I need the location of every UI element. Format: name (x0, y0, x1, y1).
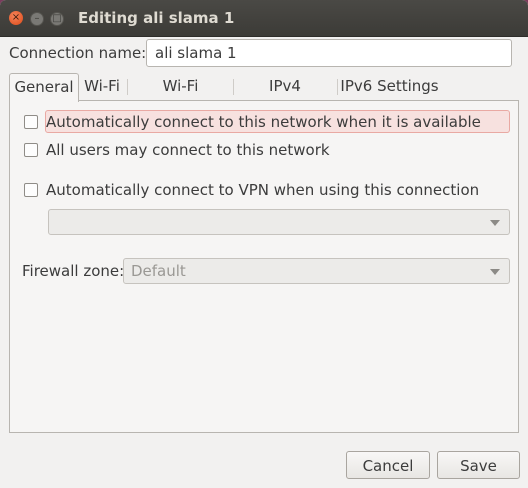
cancel-button[interactable]: Cancel (346, 451, 430, 479)
firewall-zone-label: Firewall zone: (22, 262, 125, 280)
connection-name-label: Connection name: (9, 44, 147, 62)
general-tab-panel: Automatically connect to this network wh… (9, 100, 519, 433)
vpn-select[interactable] (48, 209, 510, 235)
edit-connection-window: × – □ Editing ali slama 1 Connection nam… (0, 0, 528, 488)
connection-name-input[interactable] (146, 39, 512, 67)
firewall-zone-select[interactable]: Default (123, 258, 510, 284)
minimize-window-button[interactable]: – (30, 12, 44, 26)
tab-separator (337, 79, 338, 95)
chevron-down-icon (490, 269, 500, 275)
auto-connect-label: Automatically connect to this network wh… (46, 113, 481, 131)
auto-vpn-checkbox[interactable] (24, 183, 38, 197)
tab-wifi[interactable]: Wi-Fi (79, 73, 125, 100)
tab-separator (127, 79, 128, 95)
tab-wifi-security[interactable]: Wi-Fi Security (130, 73, 231, 122)
all-users-label: All users may connect to this network (46, 141, 330, 159)
close-icon: × (11, 12, 21, 23)
tab-general[interactable]: General (9, 73, 79, 102)
tab-ipv4-settings[interactable]: IPv4 Settings (236, 73, 334, 122)
title-bar: × – □ Editing ali slama 1 (0, 0, 528, 37)
maximize-window-button[interactable]: □ (50, 12, 64, 26)
tab-separator (233, 79, 234, 95)
maximize-icon: □ (52, 13, 62, 24)
firewall-zone-value: Default (131, 262, 186, 280)
minimize-icon: – (34, 13, 40, 24)
chevron-down-icon (490, 220, 500, 226)
auto-vpn-label: Automatically connect to VPN when using … (46, 181, 480, 199)
auto-connect-checkbox[interactable] (24, 115, 38, 129)
all-users-checkbox[interactable] (24, 143, 38, 157)
tab-ipv6-settings[interactable]: IPv6 Settings (340, 73, 439, 100)
save-button[interactable]: Save (437, 451, 520, 479)
window-title: Editing ali slama 1 (78, 9, 235, 27)
close-window-button[interactable]: × (9, 11, 23, 25)
